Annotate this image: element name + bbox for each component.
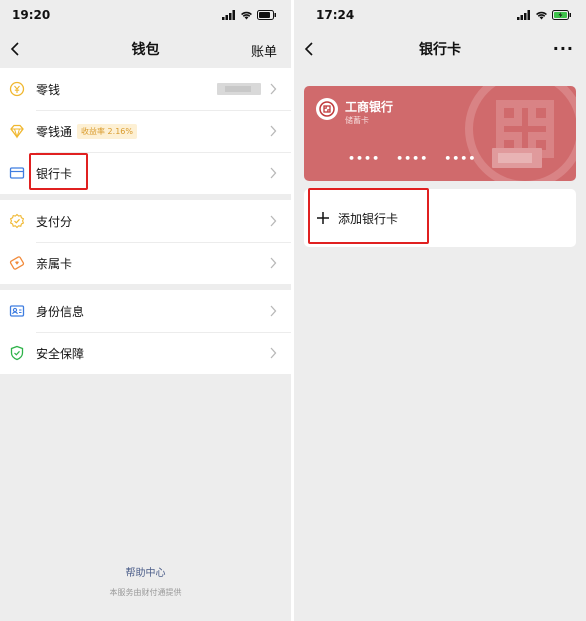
change-amount-hidden — [217, 83, 261, 95]
chevron-right-icon — [270, 167, 277, 179]
row-identity-info[interactable]: 身份信息 — [0, 290, 291, 332]
card-number-mask: •••• — [348, 151, 381, 165]
row-label: 安全保障 — [36, 346, 85, 361]
id-card-icon — [9, 305, 25, 317]
chevron-right-icon — [270, 215, 277, 227]
chevron-right-icon — [270, 125, 277, 137]
chevron-right-icon — [270, 305, 277, 317]
page-title: 银行卡 — [419, 42, 461, 58]
back-icon[interactable] — [6, 39, 26, 59]
row-label: 零钱 — [36, 82, 61, 97]
row-change[interactable]: 零钱 — [0, 68, 291, 110]
wallet-group-security: 身份信息 安全保障 — [0, 290, 291, 374]
highlight-box-bank-card — [29, 153, 88, 190]
status-bar: 19:20 — [0, 0, 291, 30]
bill-button[interactable]: 账单 — [251, 41, 277, 60]
row-label: 身份信息 — [36, 304, 85, 319]
card-icon — [9, 167, 25, 179]
card-type: 储蓄卡 — [345, 116, 369, 125]
status-icons — [517, 10, 572, 20]
card-number: •••• •••• •••• — [348, 148, 543, 168]
yield-badge: 收益率 2.16% — [77, 123, 137, 139]
card-number-mask: •••• — [396, 151, 429, 165]
provider-note: 本服务由财付通提供 — [109, 588, 182, 597]
chevron-right-icon — [270, 83, 277, 95]
battery-charging-icon — [552, 10, 571, 20]
row-label: 亲属卡 — [36, 256, 73, 271]
nav-bar: 钱包 账单 — [0, 30, 291, 68]
nav-bar: 银行卡 ··· — [294, 30, 586, 68]
more-menu-button[interactable]: ··· — [553, 39, 574, 58]
card-bank-name: 工商银行 — [345, 100, 394, 114]
status-bar: 17:24 — [294, 0, 586, 30]
highlight-box-add-card — [308, 188, 429, 244]
status-time: 19:20 — [12, 8, 51, 22]
wallet-screen: 19:20 钱包 账单 零钱 零钱通 收益率 2.16% 银行卡 支付分 亲属卡… — [0, 0, 291, 621]
chevron-right-icon — [270, 347, 277, 359]
shield-icon — [10, 345, 24, 361]
card-number-mask: •••• — [444, 151, 477, 165]
row-label: 支付分 — [36, 214, 73, 229]
battery-icon — [257, 10, 276, 20]
bank-cards-screen: 17:24 银行卡 ··· 工商银行 储蓄卡 •••• •••• •••• 添加… — [294, 0, 586, 621]
signal-icon — [517, 10, 530, 20]
score-icon — [9, 213, 25, 229]
row-family-card[interactable]: 亲属卡 — [0, 242, 291, 284]
back-icon[interactable] — [300, 39, 320, 59]
wallet-footer: 帮助中心 本服务由财付通提供 — [0, 564, 291, 598]
row-lingqiantong[interactable]: 零钱通 收益率 2.16% — [0, 110, 291, 152]
row-security[interactable]: 安全保障 — [0, 332, 291, 374]
page-title: 钱包 — [131, 42, 160, 58]
bank-card-icbc[interactable]: 工商银行 储蓄卡 •••• •••• •••• — [304, 86, 576, 181]
card-last-digits-hidden — [492, 148, 543, 168]
family-card-icon — [9, 256, 25, 270]
icbc-logo-icon — [316, 98, 338, 120]
row-payment-score[interactable]: 支付分 — [0, 200, 291, 242]
diamond-icon — [10, 124, 24, 139]
wifi-icon — [241, 11, 252, 20]
wifi-icon — [536, 11, 547, 20]
row-label: 零钱通 — [36, 124, 73, 139]
status-icons — [222, 10, 277, 20]
signal-icon — [222, 10, 235, 20]
coin-icon — [9, 81, 25, 97]
help-center-link[interactable]: 帮助中心 — [0, 564, 291, 579]
wallet-group-credit: 支付分 亲属卡 — [0, 200, 291, 284]
chevron-right-icon — [270, 257, 277, 269]
status-time: 17:24 — [316, 8, 355, 22]
